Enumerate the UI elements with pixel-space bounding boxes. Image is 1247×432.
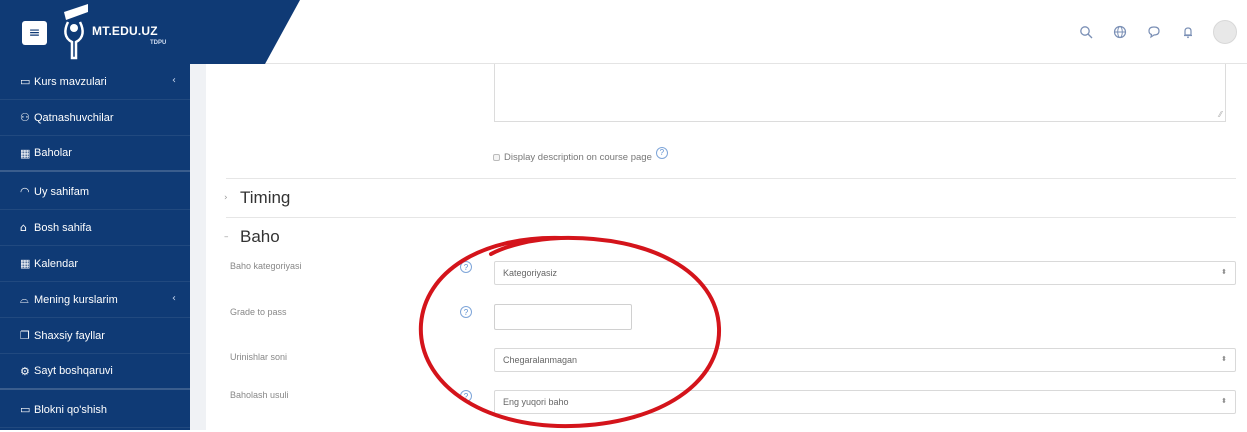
section-divider — [226, 178, 1236, 179]
main-content: ⁄⁄ Display description on course page ? … — [206, 64, 1247, 430]
sidebar-item-bosh-sahifa[interactable]: ⌂ Bosh sahifa — [0, 210, 190, 246]
description-textarea[interactable]: ⁄⁄ — [494, 64, 1226, 122]
sidebar-item-shaxsiy-fayllar[interactable]: ❐ Shaxsiy fayllar — [0, 318, 190, 354]
display-description-row: Display description on course page ? — [493, 146, 668, 163]
files-icon: ❐ — [20, 329, 30, 342]
header-icons — [1077, 20, 1237, 44]
sidebar-item-blokni-qoshish[interactable]: ▭ Blokni qo'shish — [0, 392, 190, 428]
grade-to-pass-label: Grade to pass — [230, 307, 287, 317]
section-timing-header[interactable]: › Timing — [224, 188, 290, 208]
section-baho-header[interactable]: – Baho — [224, 227, 280, 247]
sidebar-item-baholar[interactable]: ▦ Baholar — [0, 136, 190, 172]
sidebar-item-mening-kurslarim[interactable]: ⌓ Mening kurslarim ‹ — [0, 282, 190, 318]
section-title: Baho — [240, 227, 280, 246]
menu-toggle-button[interactable]: ≡ — [22, 21, 47, 45]
select-arrow-icon: ⬍ — [1221, 397, 1227, 405]
sidebar-item-label: Blokni qo'shish — [34, 403, 108, 416]
sidebar-item-label: Uy sahifam — [34, 185, 90, 198]
attempts-label: Urinishlar soni — [230, 352, 288, 362]
help-icon[interactable]: ? — [655, 146, 668, 159]
site-logo-subtext: TDPU — [150, 40, 167, 46]
content-gutter — [190, 64, 206, 430]
chat-icon[interactable] — [1145, 22, 1163, 42]
bell-icon[interactable] — [1179, 22, 1197, 42]
resize-handle-icon[interactable]: ⁄⁄ — [1219, 110, 1222, 119]
grading-method-select[interactable]: Eng yuqori baho ⬍ — [494, 390, 1236, 414]
chevron-left-icon[interactable]: ‹ — [172, 293, 176, 304]
select-value: Chegaralanmagan — [503, 355, 578, 365]
dashboard-icon: ◠ — [20, 185, 30, 198]
home-icon: ⌂ — [20, 221, 27, 234]
calendar-icon: ▦ — [20, 257, 31, 270]
gear-icon: ⚙ — [20, 364, 30, 378]
help-icon[interactable]: ? — [460, 261, 472, 273]
graduation-icon: ⌓ — [20, 292, 29, 306]
attempts-select[interactable]: Chegaralanmagan ⬍ — [494, 348, 1236, 372]
grading-method-label: Baholash usuli — [230, 390, 289, 400]
search-icon[interactable] — [1077, 22, 1095, 42]
select-arrow-icon: ⬍ — [1221, 355, 1227, 363]
sidebar-item-label: Kalendar — [34, 257, 79, 270]
sidebar-item-label: Shaxsiy fayllar — [34, 329, 105, 342]
globe-icon[interactable] — [1111, 22, 1129, 42]
sidebar-item-label: Baholar — [34, 147, 72, 159]
section-title: Timing — [240, 188, 291, 207]
sidebar-item-label: Mening kurslarim — [34, 293, 118, 306]
sidebar-item-label: Qatnashuvchilar — [34, 111, 114, 124]
select-arrow-icon: ⬍ — [1221, 268, 1227, 276]
sidebar-item-qatnashuvchilar[interactable]: ⚇ Qatnashuvchilar — [0, 100, 190, 136]
grade-category-label: Baho kategoriyasi — [230, 261, 302, 271]
sidebar-item-kurs-mavzulari[interactable]: ▭ Kurs mavzulari ‹ — [0, 64, 190, 100]
section-divider — [226, 217, 1236, 218]
users-icon: ⚇ — [20, 111, 30, 124]
grades-icon: ▦ — [20, 146, 31, 160]
select-value: Eng yuqori baho — [503, 397, 569, 407]
sidebar-item-label: Bosh sahifa — [34, 221, 92, 234]
chevron-down-icon: – — [224, 232, 229, 242]
display-description-label: Display description on course page — [504, 152, 652, 163]
grade-to-pass-input[interactable] — [494, 304, 632, 330]
chevron-left-icon[interactable]: ‹ — [172, 75, 176, 86]
grade-category-select[interactable]: Kategoriyasiz ⬍ — [494, 261, 1236, 285]
sidebar-item-uy-sahifam[interactable]: ◠ Uy sahifam — [0, 174, 190, 210]
folder-icon: ▭ — [20, 75, 31, 88]
display-description-checkbox[interactable] — [493, 154, 500, 161]
sidebar-item-kalendar[interactable]: ▦ Kalendar — [0, 246, 190, 282]
user-avatar[interactable] — [1213, 20, 1237, 44]
sidebar-item-label: Sayt boshqaruvi — [34, 365, 113, 377]
sidebar-item-sayt-boshqaruvi[interactable]: ⚙ Sayt boshqaruvi — [0, 354, 190, 390]
site-logo-text[interactable]: MT.EDU.UZ — [92, 24, 158, 38]
sidebar-nav: ▭ Kurs mavzulari ‹ ⚇ Qatnashuvchilar ▦ B… — [0, 64, 190, 430]
chevron-right-icon: › — [224, 193, 228, 203]
select-value: Kategoriyasiz — [503, 268, 558, 278]
graduation-cap-logo-icon — [64, 4, 88, 60]
help-icon[interactable]: ? — [460, 390, 472, 402]
add-block-icon: ▭ — [20, 403, 31, 416]
top-header: ≡ MT.EDU.UZ TDPU — [0, 0, 1247, 64]
sidebar-item-label: Kurs mavzulari — [34, 75, 107, 88]
help-icon[interactable]: ? — [460, 306, 472, 318]
